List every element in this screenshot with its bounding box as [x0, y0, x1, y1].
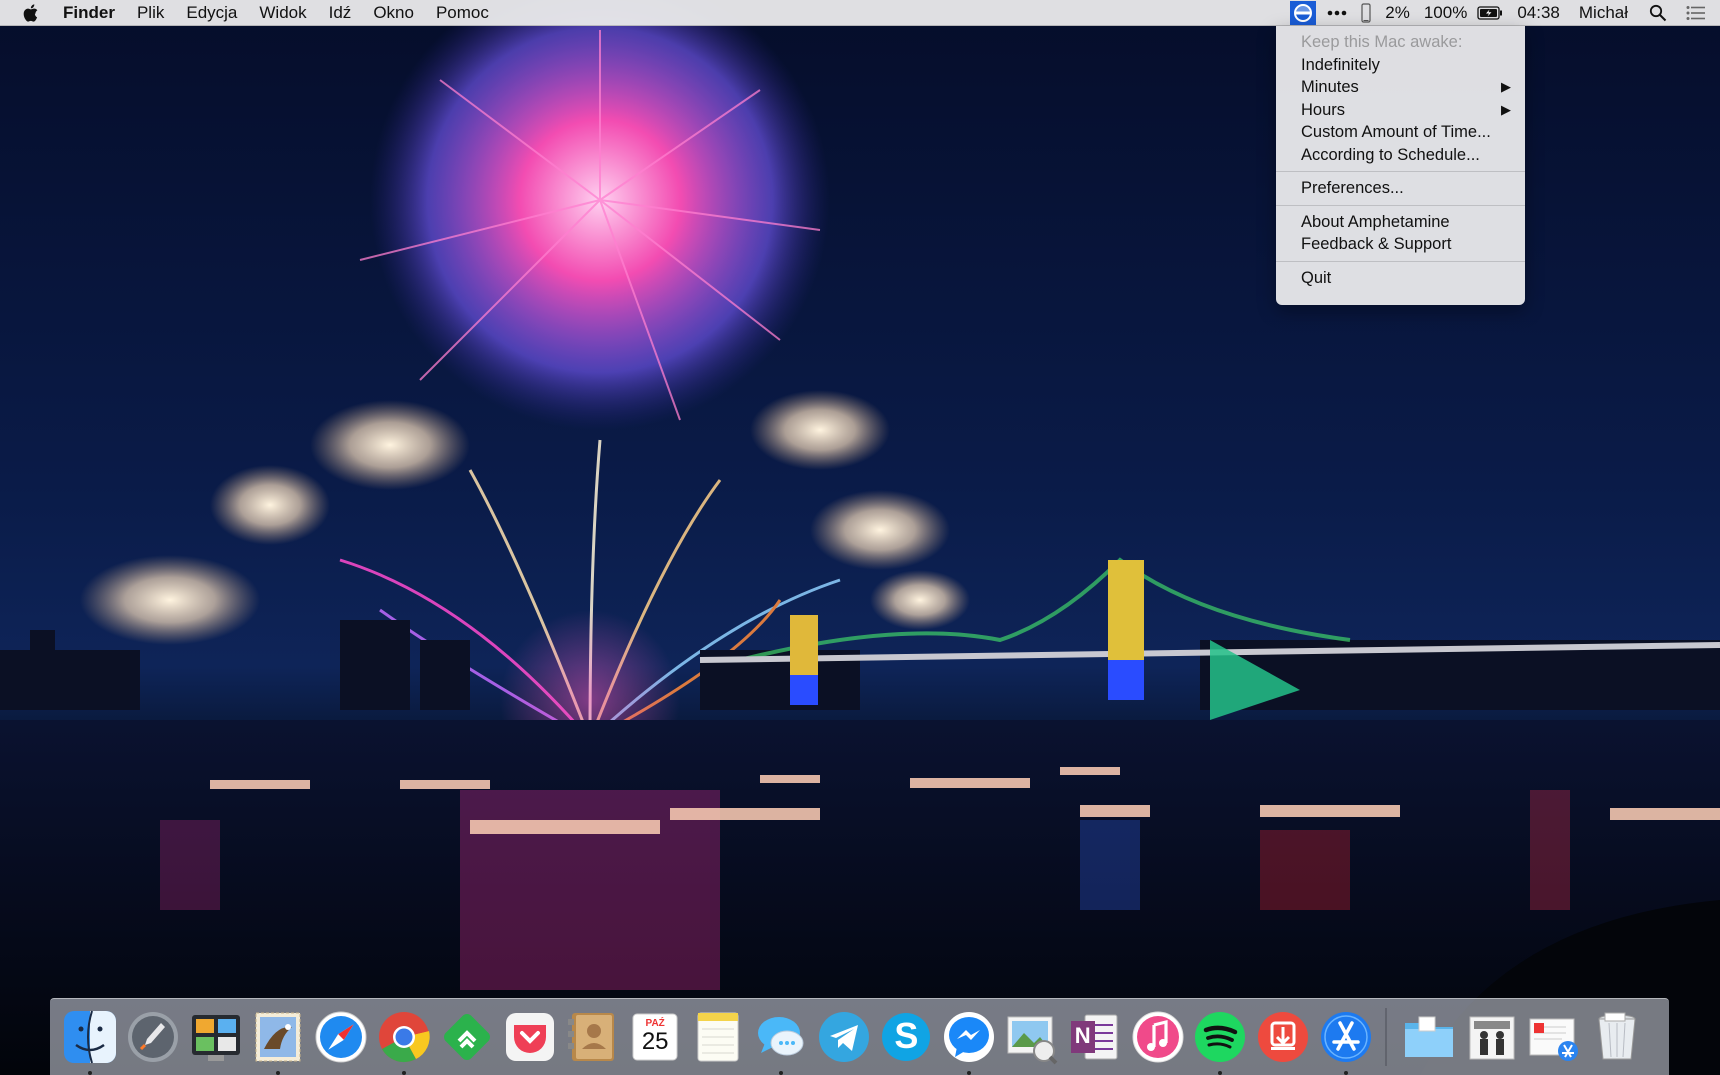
dock: PAŹ 25 S N — [50, 998, 1669, 1075]
dock-calendar-icon[interactable]: PAŹ 25 — [627, 1009, 683, 1065]
battery-charging-icon[interactable] — [1470, 0, 1510, 26]
dock-trash-icon[interactable] — [1589, 1009, 1645, 1065]
calendar-day: 25 — [641, 1028, 669, 1055]
menu-plik[interactable]: Plik — [126, 0, 175, 26]
menu-item-about[interactable]: About Amphetamine — [1276, 211, 1525, 234]
user-name[interactable]: Michał — [1567, 0, 1635, 26]
dock-downloads-folder-icon[interactable] — [1401, 1009, 1457, 1065]
menu-okno[interactable]: Okno — [362, 0, 425, 26]
spotlight-search-icon[interactable] — [1635, 0, 1674, 26]
dock-notes-icon[interactable] — [690, 1009, 746, 1065]
app-menu-finder[interactable]: Finder — [52, 0, 126, 26]
dock-installers-stack-icon[interactable] — [1526, 1009, 1582, 1065]
submenu-arrow-icon: ▶ — [1501, 79, 1511, 94]
running-indicator — [778, 1071, 783, 1075]
dock-itunes-icon[interactable] — [1130, 1009, 1186, 1065]
dock-messages-icon[interactable] — [753, 1009, 809, 1075]
menu-separator — [1276, 204, 1525, 206]
dock-pocket-icon[interactable] — [502, 1009, 558, 1065]
dock-documents-stack-icon[interactable] — [1464, 1009, 1520, 1065]
menu-widok[interactable]: Widok — [248, 0, 317, 26]
menu-header-keep-awake: Keep this Mac awake: — [1301, 33, 1463, 51]
menu-item-preferences[interactable]: Preferences... — [1276, 177, 1525, 200]
dock-launchpad-icon[interactable] — [125, 1009, 181, 1065]
running-indicator — [88, 1071, 92, 1075]
menu-item-minutes[interactable]: Minutes ▶ — [1276, 76, 1525, 99]
dock-onenote-icon[interactable]: N — [1067, 1009, 1123, 1065]
dock-feedly-icon[interactable] — [439, 1009, 495, 1065]
menu-item-hours[interactable]: Hours ▶ — [1276, 99, 1525, 122]
dock-spotify-icon[interactable] — [1192, 1009, 1248, 1075]
running-indicator — [276, 1071, 281, 1075]
apple-menu-icon[interactable] — [0, 0, 52, 26]
dock-screenshot-tool-icon[interactable] — [188, 1009, 244, 1065]
dock-finder-icon[interactable] — [62, 1009, 118, 1075]
dock-app-store-icon[interactable] — [1318, 1009, 1374, 1075]
dock-contacts-icon[interactable] — [564, 1009, 620, 1065]
menu-item-hours-label: Hours — [1301, 100, 1346, 119]
dock-transmit-icon[interactable] — [1255, 1009, 1311, 1065]
running-indicator — [1218, 1071, 1223, 1075]
dock-messenger-icon[interactable] — [941, 1009, 997, 1075]
menu-pomoc[interactable]: Pomoc — [425, 0, 500, 26]
running-indicator — [967, 1071, 972, 1075]
menu-item-minutes-label: Minutes — [1301, 78, 1359, 96]
clock-time[interactable]: 04:38 — [1510, 0, 1567, 26]
menu-edycja[interactable]: Edycja — [175, 0, 248, 26]
dock-telegram-icon[interactable] — [816, 1009, 872, 1065]
menu-separator — [1276, 260, 1525, 262]
dock-preview-icon[interactable] — [1004, 1009, 1060, 1065]
menu-separator — [1276, 171, 1525, 172]
dock-skype-icon[interactable]: S — [878, 1009, 934, 1065]
cpu-percent[interactable]: 2% — [1378, 0, 1417, 26]
menu-item-schedule[interactable]: According to Schedule... — [1276, 144, 1525, 167]
dock-separator — [1384, 1008, 1387, 1066]
more-dots-icon[interactable] — [1320, 0, 1354, 26]
battery-percent[interactable]: 100% — [1417, 0, 1470, 26]
cpu-meter-icon[interactable] — [1354, 0, 1378, 26]
onenote-letter: N — [1074, 1023, 1091, 1048]
running-indicator — [401, 1071, 406, 1075]
menu-item-quit[interactable]: Quit — [1276, 267, 1525, 290]
menu-bar: Finder Plik Edycja Widok Idź Okno Pomoc … — [0, 0, 1720, 26]
menu-item-custom-time[interactable]: Custom Amount of Time... — [1276, 121, 1525, 144]
amphetamine-status-icon[interactable] — [1290, 1, 1317, 25]
dock-mail-icon[interactable] — [250, 1009, 306, 1075]
running-indicator — [1343, 1071, 1348, 1075]
notification-center-icon[interactable] — [1674, 0, 1720, 26]
menu-idz[interactable]: Idź — [318, 0, 363, 26]
dock-safari-icon[interactable] — [313, 1009, 369, 1065]
submenu-arrow-icon: ▶ — [1501, 101, 1511, 117]
skype-letter: S — [894, 1015, 919, 1056]
menu-item-feedback[interactable]: Feedback & Support — [1276, 233, 1525, 256]
amphetamine-dropdown-menu: Keep this Mac awake: Indefinitely Minute… — [1276, 26, 1525, 305]
menu-item-indefinitely[interactable]: Indefinitely — [1276, 54, 1525, 77]
dock-chrome-icon[interactable] — [376, 1009, 432, 1075]
